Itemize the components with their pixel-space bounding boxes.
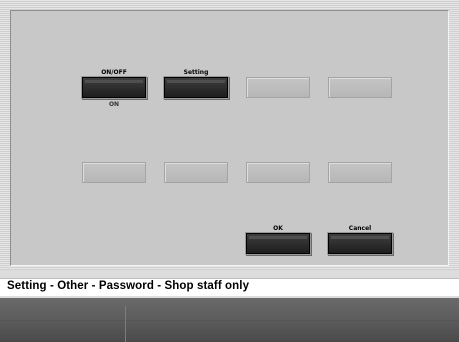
blank-button-r2c4	[328, 162, 392, 183]
blank-button-r2c3	[246, 162, 310, 183]
breadcrumb: Setting - Other - Password - Shop staff …	[7, 280, 250, 292]
bottom-toolbar	[0, 298, 459, 342]
main-frame: ON/OFF ON Setting OK Cancel	[0, 0, 459, 270]
setting-button[interactable]	[164, 77, 228, 98]
blank-button-r1c4	[328, 77, 392, 98]
onoff-state: ON	[108, 101, 120, 108]
toolbar-separator	[125, 306, 126, 342]
setting-caption: Setting	[183, 69, 209, 76]
toolbar-divider	[0, 320, 459, 321]
breadcrumb-status-bar: Setting - Other - Password - Shop staff …	[0, 278, 459, 296]
blank-button-r2c2	[164, 162, 228, 183]
ok-button[interactable]	[246, 233, 310, 254]
blank-button-r2c1	[82, 162, 146, 183]
ok-caption: OK	[273, 225, 283, 232]
blank-button-r1c3	[246, 77, 310, 98]
cancel-button[interactable]	[328, 233, 392, 254]
cancel-caption: Cancel	[348, 225, 372, 232]
onoff-button[interactable]	[82, 77, 146, 98]
settings-panel: ON/OFF ON Setting OK Cancel	[10, 10, 449, 266]
onoff-caption: ON/OFF	[101, 69, 127, 76]
